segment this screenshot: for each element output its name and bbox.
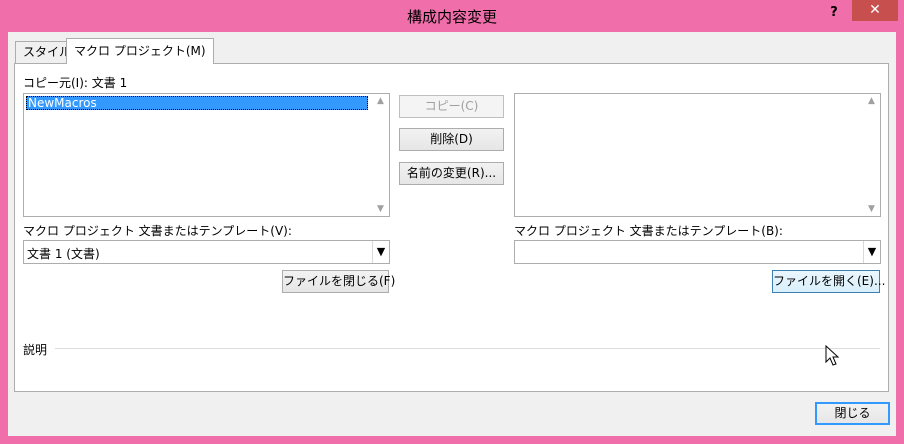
right-list-scrollbar[interactable]: ▲ ▼ [863,94,880,216]
title-bar: 構成内容変更 ? ✕ [0,0,904,32]
window-close-button[interactable]: ✕ [852,0,898,21]
chevron-down-icon[interactable]: ▼ [372,241,389,263]
left-list-scrollbar[interactable]: ▲ ▼ [372,94,389,216]
tab-panel-macro-project: コピー元(I): 文書 1 NewMacros ▲ ▼ マクロ プロジェクト 文… [14,63,889,392]
right-document-select[interactable]: ▼ [514,240,881,264]
left-project-list[interactable]: NewMacros ▲ ▼ [23,93,390,217]
left-document-select[interactable]: 文書 1 (文書) ▼ [23,240,390,264]
left-combo-label: マクロ プロジェクト 文書またはテンプレート(V): [23,224,292,238]
help-button[interactable]: ? [822,3,846,23]
rename-button[interactable]: 名前の変更(R)... [399,162,504,185]
close-file-button[interactable]: ファイルを閉じる(F) [282,270,395,293]
tab-macro-project[interactable]: マクロ プロジェクト(M) [66,38,214,64]
description-divider [55,348,880,349]
scroll-up-icon[interactable]: ▲ [372,96,389,106]
chevron-down-icon[interactable]: ▼ [863,241,880,263]
copy-button[interactable]: コピー(C) [399,95,504,118]
right-combo-label: マクロ プロジェクト 文書またはテンプレート(B): [514,224,783,238]
scroll-down-icon[interactable]: ▼ [863,204,880,214]
dialog-client: スタイル マクロ プロジェクト(M) コピー元(I): 文書 1 NewMacr… [8,32,896,436]
left-document-select-value: 文書 1 (文書) [27,247,100,261]
window-title: 構成内容変更 [406,8,497,26]
delete-button[interactable]: 削除(D) [399,128,504,151]
copy-from-label: コピー元(I): 文書 1 [23,76,128,90]
open-file-button[interactable]: ファイルを開く(E)... [772,270,885,293]
scroll-up-icon[interactable]: ▲ [863,96,880,106]
mouse-pointer-icon [825,345,840,366]
dialog-close-button[interactable]: 閉じる [815,402,890,425]
scroll-down-icon[interactable]: ▼ [372,204,389,214]
list-item[interactable]: NewMacros [26,96,368,110]
description-label: 説明 [23,343,48,357]
right-project-list[interactable]: ▲ ▼ [514,93,881,217]
